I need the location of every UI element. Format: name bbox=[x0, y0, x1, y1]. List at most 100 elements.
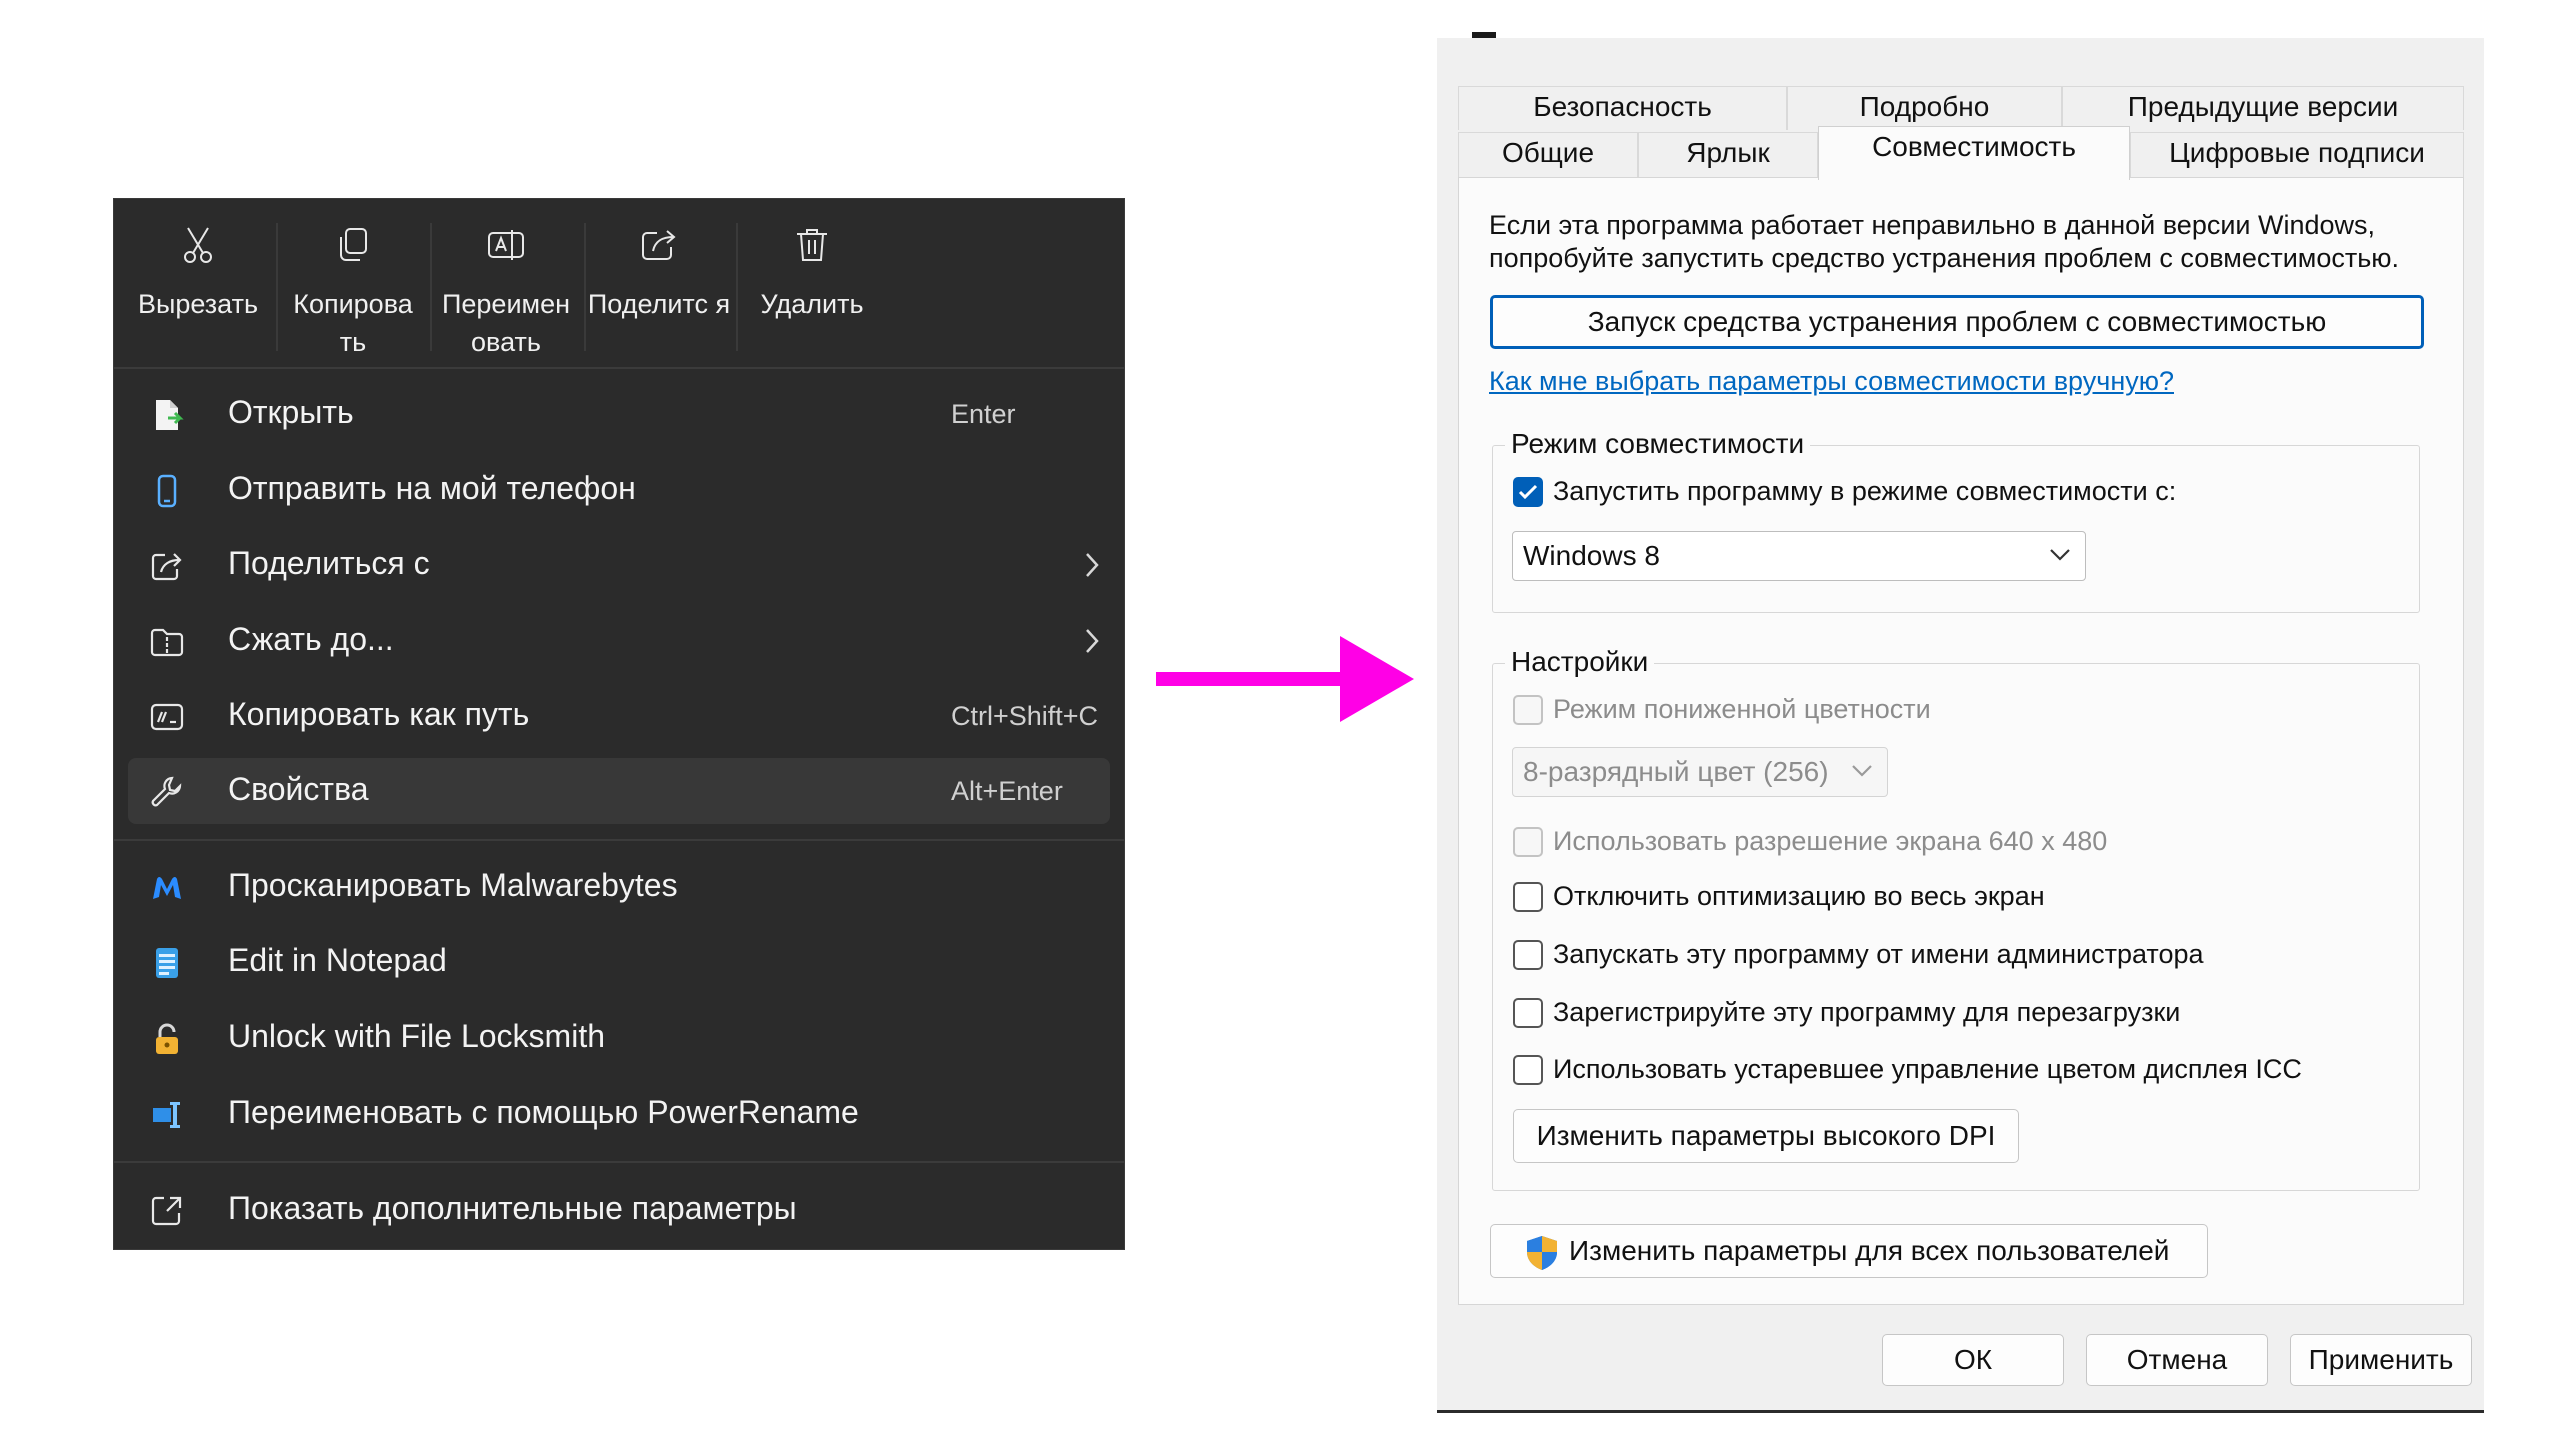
cut-button[interactable]: Вырезать bbox=[124, 221, 272, 361]
disable-fullscreen-opt-checkbox[interactable] bbox=[1513, 882, 1543, 912]
res-640-label: Использовать разрешение экрана 640 x 480 bbox=[1553, 826, 2108, 856]
button-label: Отмена bbox=[2126, 1344, 2228, 1375]
rename-button[interactable]: Переимен овать bbox=[432, 221, 580, 361]
context-menu-toolbar: Вырезать Копирова ть Переимен овать Поде… bbox=[114, 199, 1124, 367]
toolbar-divider bbox=[276, 223, 278, 351]
scissors-icon bbox=[184, 227, 212, 263]
open-file-icon bbox=[156, 400, 184, 430]
copy-label-1: Копирова bbox=[293, 289, 413, 319]
share-icon bbox=[151, 553, 182, 581]
reduced-color-label: Режим пониженной цветности bbox=[1553, 694, 1931, 724]
tab-compatibility[interactable]: Совместимость bbox=[1818, 126, 2130, 180]
tab-label: Безопасность bbox=[1533, 91, 1712, 122]
os-version-select[interactable]: Windows 8 bbox=[1512, 531, 2086, 581]
menu-item-file-locksmith[interactable]: Unlock with File Locksmith bbox=[128, 1005, 1110, 1071]
more-options-icon bbox=[151, 1196, 182, 1226]
menu-item-malwarebytes[interactable]: Просканировать Malwarebytes bbox=[128, 854, 1110, 920]
checkmark-icon bbox=[1518, 484, 1538, 500]
menu-item-label: Открыть bbox=[228, 394, 354, 430]
menu-item-compress[interactable]: Сжать до... bbox=[128, 608, 1110, 674]
powerrename-icon bbox=[153, 1102, 180, 1128]
menu-item-label: Отправить на мой телефон bbox=[228, 470, 636, 506]
register-restart-checkbox[interactable] bbox=[1513, 998, 1543, 1028]
compat-mode-checkbox[interactable] bbox=[1513, 477, 1543, 507]
tab-details[interactable]: Подробно bbox=[1787, 86, 2062, 130]
settings-title: Настройки bbox=[1505, 646, 1655, 678]
wrench-icon bbox=[151, 776, 182, 807]
menu-divider bbox=[114, 1161, 1124, 1163]
menu-item-properties[interactable]: Свойства Alt+Enter bbox=[128, 758, 1110, 824]
notepad-icon bbox=[156, 948, 178, 978]
troubleshooter-button[interactable]: Запуск средства устранения проблем с сов… bbox=[1490, 295, 2424, 349]
tab-label: Общие bbox=[1501, 137, 1595, 168]
menu-item-label: Показать дополнительные параметры bbox=[228, 1190, 797, 1226]
compat-mode-label: Запустить программу в режиме совместимос… bbox=[1553, 476, 2177, 506]
tab-shortcut[interactable]: Ярлык bbox=[1638, 132, 1818, 178]
menu-item-send-to-phone[interactable]: Отправить на мой телефон bbox=[128, 457, 1110, 523]
intro-text-line2: попробуйте запустить средство устранения… bbox=[1489, 243, 2400, 273]
lock-icon bbox=[156, 1023, 178, 1054]
tab-label: Совместимость bbox=[1872, 131, 2076, 162]
all-users-button[interactable]: Изменить параметры для всех пользователе… bbox=[1490, 1224, 2208, 1278]
legacy-icc-checkbox[interactable] bbox=[1513, 1055, 1543, 1085]
share-icon bbox=[642, 230, 676, 260]
menu-item-copy-path[interactable]: Копировать как путь Ctrl+Shift+C bbox=[128, 683, 1110, 749]
share-label-2: я bbox=[715, 289, 731, 319]
menu-divider bbox=[114, 839, 1124, 841]
manual-settings-link[interactable]: Как мне выбрать параметры совместимости … bbox=[1489, 366, 2174, 397]
menu-item-powerrename[interactable]: Переименовать с помощью PowerRename bbox=[128, 1081, 1110, 1147]
malwarebytes-icon bbox=[153, 877, 181, 899]
cancel-button[interactable]: Отмена bbox=[2086, 1334, 2268, 1386]
menu-item-label: Edit in Notepad bbox=[228, 942, 447, 978]
rename-label-1: Переимен bbox=[441, 289, 571, 319]
tab-label: Подробно bbox=[1859, 91, 1990, 122]
reduced-color-checkbox[interactable] bbox=[1513, 695, 1543, 725]
tab-digital-signatures[interactable]: Цифровые подписи bbox=[2130, 132, 2464, 178]
color-depth-select[interactable]: 8-разрядный цвет (256) bbox=[1512, 747, 1888, 797]
menu-item-label: Unlock with File Locksmith bbox=[228, 1018, 605, 1054]
rename-icon bbox=[488, 230, 524, 260]
copy-label-2: ть bbox=[339, 327, 367, 357]
tab-security[interactable]: Безопасность bbox=[1458, 86, 1787, 130]
menu-item-shortcut: Alt+Enter bbox=[951, 776, 1063, 806]
color-depth-value: 8-разрядный цвет (256) bbox=[1523, 756, 1829, 787]
button-label: ОК bbox=[1953, 1344, 1993, 1375]
ok-button[interactable]: ОК bbox=[1882, 1334, 2064, 1386]
delete-button[interactable]: Удалить bbox=[738, 221, 886, 361]
chevron-down-icon bbox=[1852, 765, 1872, 777]
tab-general[interactable]: Общие bbox=[1458, 132, 1638, 178]
compat-mode-group bbox=[1492, 445, 2420, 613]
res-640-checkbox[interactable] bbox=[1513, 827, 1543, 857]
menu-item-label: Сжать до... bbox=[228, 621, 394, 657]
run-as-admin-label: Запускать эту программу от имени админис… bbox=[1553, 939, 2204, 969]
run-as-admin-checkbox[interactable] bbox=[1513, 940, 1543, 970]
tab-label: Цифровые подписи bbox=[2169, 137, 2425, 168]
cut-label: Вырезать bbox=[137, 289, 259, 319]
copy-icon bbox=[340, 228, 367, 261]
tab-previous-versions[interactable]: Предыдущие версии bbox=[2062, 86, 2464, 130]
copy-path-icon bbox=[150, 703, 184, 731]
high-dpi-button[interactable]: Изменить параметры высокого DPI bbox=[1513, 1109, 2019, 1163]
share-button[interactable]: Поделитс я bbox=[586, 221, 732, 361]
menu-item-label: Свойства bbox=[228, 771, 369, 807]
menu-item-edit-notepad[interactable]: Edit in Notepad bbox=[128, 929, 1110, 995]
menu-item-shortcut: Ctrl+Shift+C bbox=[951, 701, 1099, 731]
phone-icon bbox=[157, 474, 177, 508]
share-label-1: Поделитс bbox=[587, 289, 708, 319]
menu-item-label: Копировать как путь bbox=[228, 696, 530, 732]
button-label: Запуск средства устранения проблем с сов… bbox=[1587, 306, 2327, 337]
legacy-icc-label: Использовать устаревшее управление цвето… bbox=[1553, 1054, 2302, 1084]
menu-item-share-with[interactable]: Поделиться с bbox=[128, 532, 1110, 598]
context-menu: Вырезать Копирова ть Переимен овать Поде… bbox=[113, 198, 1125, 1250]
button-label: Изменить параметры высокого DPI bbox=[1536, 1120, 1996, 1151]
menu-item-shortcut: Enter bbox=[951, 399, 1016, 429]
copy-button[interactable]: Копирова ть bbox=[280, 221, 426, 361]
apply-button[interactable]: Применить bbox=[2290, 1334, 2472, 1386]
trash-icon bbox=[797, 229, 827, 261]
menu-item-show-more-options[interactable]: Показать дополнительные параметры bbox=[128, 1177, 1110, 1243]
menu-divider bbox=[114, 367, 1124, 369]
button-label: Изменить параметры для всех пользователе… bbox=[1569, 1235, 2170, 1266]
delete-label: Удалить bbox=[760, 289, 864, 319]
menu-item-open[interactable]: Открыть Enter bbox=[128, 381, 1110, 447]
chevron-right-icon bbox=[1086, 553, 1099, 577]
